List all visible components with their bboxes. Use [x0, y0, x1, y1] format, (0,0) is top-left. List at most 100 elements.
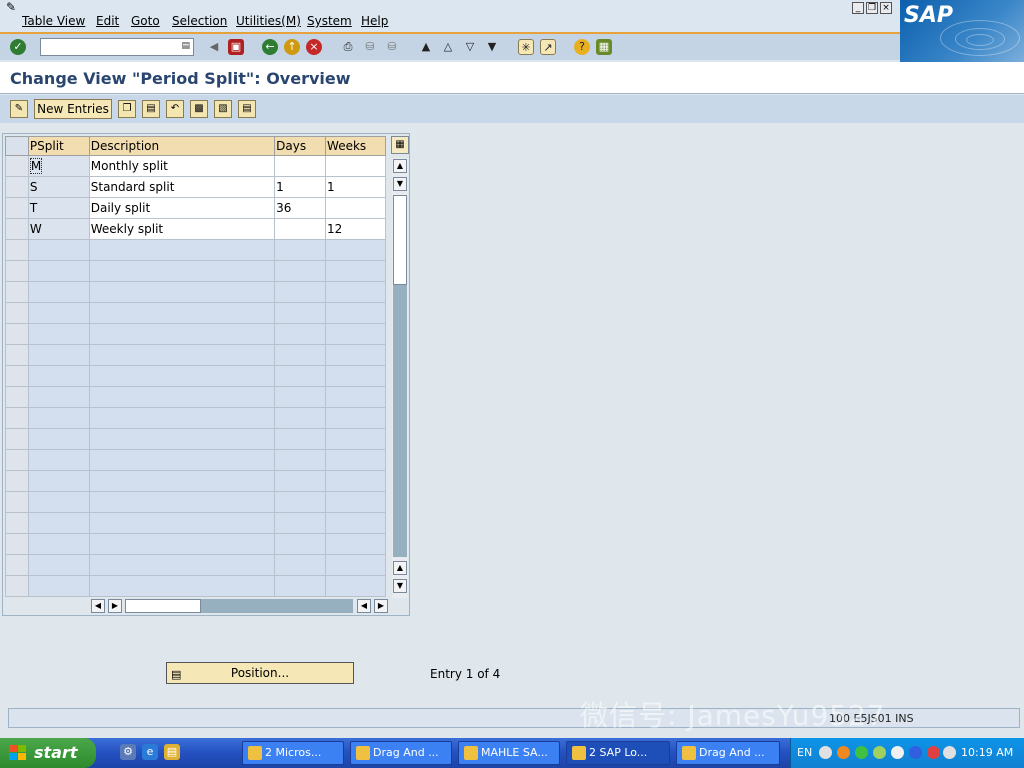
psplit-cell[interactable]: [27, 512, 90, 534]
select-block-icon[interactable]: ▧: [214, 100, 232, 118]
column-header-description[interactable]: Description: [88, 136, 276, 156]
menu-system[interactable]: System: [307, 14, 352, 28]
row-selector[interactable]: [5, 449, 29, 471]
task-microsoft[interactable]: 2 Micros...: [242, 741, 344, 765]
vertical-scroll-track[interactable]: [393, 285, 407, 557]
quicklaunch-app-icon[interactable]: ⚙: [120, 744, 136, 760]
days-cell[interactable]: [274, 512, 327, 534]
column-header-weeks[interactable]: Weeks: [325, 136, 386, 156]
row-selector[interactable]: [5, 554, 29, 576]
row-selector[interactable]: [5, 428, 29, 450]
psplit-cell[interactable]: [27, 281, 90, 303]
horizontal-scrollbar[interactable]: ◀ ▶ ◀ ▶: [91, 598, 391, 614]
previous-page-icon[interactable]: △: [440, 39, 456, 55]
command-field[interactable]: ▤: [40, 38, 194, 56]
row-selector[interactable]: [5, 575, 29, 597]
description-cell[interactable]: Standard split: [88, 176, 276, 198]
select-all-cell[interactable]: [5, 136, 29, 156]
row-selector[interactable]: [5, 407, 29, 429]
days-cell[interactable]: [274, 575, 327, 597]
psplit-cell[interactable]: T: [27, 197, 90, 219]
description-cell[interactable]: Weekly split: [88, 218, 276, 240]
minimize-icon[interactable]: _: [852, 2, 864, 14]
description-cell[interactable]: [88, 449, 276, 471]
psplit-cell[interactable]: [27, 302, 90, 324]
deselect-all-icon[interactable]: ▤: [238, 100, 256, 118]
tray-app-icon[interactable]: [873, 746, 886, 759]
weeks-cell[interactable]: 1: [325, 176, 386, 198]
psplit-cell[interactable]: S: [27, 176, 90, 198]
menu-selection[interactable]: Selection: [172, 14, 227, 28]
row-selector[interactable]: [5, 365, 29, 387]
description-cell[interactable]: [88, 344, 276, 366]
psplit-cell[interactable]: [27, 260, 90, 282]
horizontal-scroll-track[interactable]: [201, 599, 353, 613]
print-icon[interactable]: ⎙: [340, 39, 356, 55]
find-next-icon[interactable]: ⛁: [384, 39, 400, 55]
description-cell[interactable]: [88, 260, 276, 282]
days-cell[interactable]: [274, 239, 327, 261]
table-settings-icon[interactable]: ▦: [391, 136, 409, 154]
row-selector[interactable]: [5, 491, 29, 513]
description-cell[interactable]: [88, 323, 276, 345]
column-header-psplit[interactable]: PSplit: [27, 136, 90, 156]
bluetooth-icon[interactable]: [909, 746, 922, 759]
days-cell[interactable]: [274, 470, 327, 492]
description-cell[interactable]: Daily split: [88, 197, 276, 219]
task-mahle[interactable]: MAHLE SA...: [458, 741, 560, 765]
menu-utilities[interactable]: Utilities(M): [236, 14, 301, 28]
description-cell[interactable]: [88, 491, 276, 513]
menu-goto[interactable]: Goto: [131, 14, 160, 28]
weeks-cell[interactable]: [325, 281, 386, 303]
days-cell[interactable]: [274, 407, 327, 429]
scroll-down-icon[interactable]: ▲: [393, 561, 407, 575]
last-page-icon[interactable]: ▼: [484, 39, 500, 55]
psplit-cell[interactable]: [27, 470, 90, 492]
description-cell[interactable]: [88, 302, 276, 324]
description-cell[interactable]: [88, 365, 276, 387]
psplit-cell[interactable]: W: [27, 218, 90, 240]
row-selector[interactable]: [5, 239, 29, 261]
weeks-cell[interactable]: [325, 239, 386, 261]
position-button[interactable]: ▤ Position...: [166, 662, 354, 684]
days-cell[interactable]: [274, 302, 327, 324]
weeks-cell[interactable]: [325, 512, 386, 534]
exit-icon[interactable]: ↑: [284, 39, 300, 55]
scroll-right-icon[interactable]: ◀: [357, 599, 371, 613]
back-icon[interactable]: ←: [262, 39, 278, 55]
enter-icon[interactable]: ✓: [10, 39, 26, 55]
psplit-cell[interactable]: [27, 449, 90, 471]
psplit-cell[interactable]: [27, 554, 90, 576]
psplit-cell[interactable]: M: [27, 155, 90, 177]
save-icon[interactable]: ▣: [228, 39, 244, 55]
weeks-cell[interactable]: [325, 491, 386, 513]
row-selector[interactable]: [5, 155, 29, 177]
psplit-cell[interactable]: [27, 575, 90, 597]
layout-menu-icon[interactable]: ▦: [596, 39, 612, 55]
clock[interactable]: 10:19 AM: [961, 746, 1013, 759]
weeks-cell[interactable]: [325, 197, 386, 219]
scroll-page-down-icon[interactable]: ▼: [393, 579, 407, 593]
antivirus-icon[interactable]: [927, 746, 940, 759]
weeks-cell[interactable]: 12: [325, 218, 386, 240]
row-selector[interactable]: [5, 260, 29, 282]
row-selector[interactable]: [5, 176, 29, 198]
psplit-cell[interactable]: [27, 365, 90, 387]
days-cell[interactable]: [274, 491, 327, 513]
select-all-icon[interactable]: ▩: [190, 100, 208, 118]
scroll-up-icon[interactable]: ▼: [393, 177, 407, 191]
days-cell[interactable]: 1: [274, 176, 327, 198]
row-selector[interactable]: [5, 470, 29, 492]
first-page-icon[interactable]: ▲: [418, 39, 434, 55]
psplit-cell[interactable]: [27, 407, 90, 429]
description-cell[interactable]: [88, 239, 276, 261]
menu-edit[interactable]: Edit: [96, 14, 119, 28]
next-page-icon[interactable]: ▽: [462, 39, 478, 55]
system-menu-icon[interactable]: ✎: [6, 0, 16, 14]
help-icon[interactable]: ?: [574, 39, 590, 55]
scroll-left-page-icon[interactable]: ◀: [91, 599, 105, 613]
psplit-cell[interactable]: [27, 386, 90, 408]
internet-explorer-icon[interactable]: e: [142, 744, 158, 760]
task-sap-logon[interactable]: 2 SAP Lo...: [566, 741, 670, 765]
row-selector[interactable]: [5, 344, 29, 366]
